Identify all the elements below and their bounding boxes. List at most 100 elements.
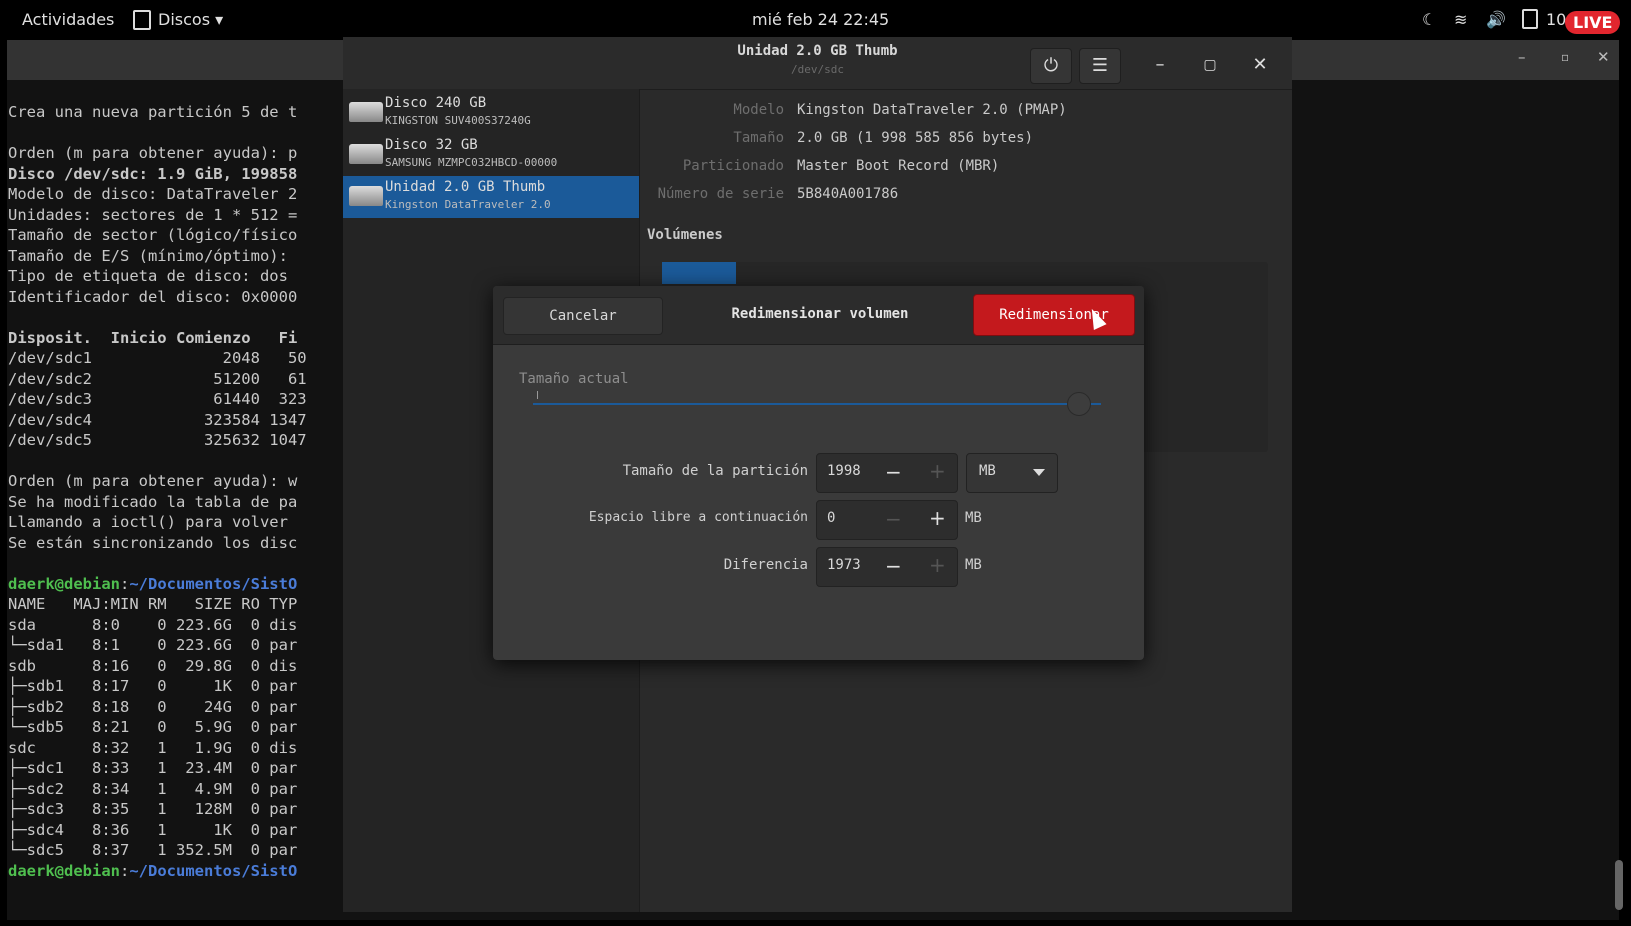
terminal-line: ├─sdc2 8:34 1 4.9M 0 par [8, 779, 298, 798]
terminal-line: Disposit. Inicio Comienzo Fi [8, 328, 298, 347]
terminal-line: Unidades: sectores de 1 * 512 = [8, 205, 298, 224]
property-value: 2.0 GB (1 998 585 856 bytes) [797, 130, 1034, 146]
disk-model: KINGSTON SUV400S37240G [385, 114, 531, 127]
drive-icon [349, 186, 383, 206]
disk-model: Kingston DataTraveler 2.0 [385, 198, 551, 211]
prompt-sep: : [119, 861, 130, 880]
terminal-line: NAME MAJ:MIN RM SIZE RO TYP [8, 595, 298, 613]
drive-icon [349, 144, 383, 164]
unit-dropdown[interactable]: MB [966, 453, 1058, 493]
volume-icon: 🔊 [1486, 10, 1506, 29]
terminal-line: sda 8:0 0 223.6G 0 dis [8, 615, 298, 634]
terminal-line: Llamando a ioctl() para volver [8, 513, 288, 531]
minus-icon[interactable]: − [885, 507, 902, 531]
wifi-icon: ≋ [1454, 10, 1468, 29]
field-label: Tamaño de la partición [622, 463, 808, 479]
resize-button[interactable]: Redimensionar [973, 294, 1135, 336]
drive-menu-button[interactable]: ☰ [1079, 48, 1121, 84]
terminal-maximize-icon[interactable]: ▫ [1561, 50, 1569, 64]
terminal-line: ├─sdc3 8:35 1 128M 0 par [8, 800, 298, 818]
spin-value[interactable]: 1973 [827, 557, 861, 573]
minus-icon[interactable]: − [885, 554, 902, 578]
size-slider-track[interactable] [533, 403, 1101, 405]
prompt-user: daerk@debian [8, 861, 120, 880]
live-badge: LIVE [1565, 11, 1621, 34]
field-label: Espacio libre a continuación [588, 510, 808, 525]
terminal-close-icon[interactable]: ✕ [1597, 48, 1610, 66]
disk-list-item[interactable]: Disco 240 GB KINGSTON SUV400S37240G [343, 92, 639, 134]
drive-icon [349, 102, 383, 122]
terminal-line: Modelo de disco: DataTraveler 2 [8, 185, 298, 203]
terminal-line: /dev/sdc2 51200 61 [8, 369, 307, 388]
disk-name: Disco 240 GB [385, 95, 487, 111]
disk-list-item[interactable]: Disco 32 GB SAMSUNG MZMPC032HBCD-00000 [343, 134, 639, 176]
maximize-icon: ▢ [1203, 57, 1217, 73]
terminal-line: Tamaño de E/S (mínimo/óptimo): [8, 246, 288, 265]
hamburger-icon: ☰ [1091, 55, 1109, 76]
terminal-line: /dev/sdc3 61440 323 [8, 390, 307, 408]
terminal-line: Se están sincronizando los disc [8, 533, 298, 552]
prompt-path: ~/Documentos/SistO [129, 861, 298, 880]
size-spinbutton[interactable]: 1973 − + [816, 547, 958, 587]
slider-tick [537, 391, 538, 399]
size-spinbutton[interactable]: 1998 − + [816, 453, 958, 493]
spin-value[interactable]: 0 [827, 510, 835, 526]
terminal-line: Orden (m para obtener ayuda): p [8, 144, 298, 162]
spin-value[interactable]: 1998 [827, 463, 861, 479]
terminal-line: ├─sdb2 8:18 0 24G 0 par [8, 697, 298, 716]
property-label: Tamaño [733, 130, 784, 146]
disk-name: Disco 32 GB [385, 137, 478, 153]
property-label: Modelo [733, 102, 784, 118]
minimize-button[interactable]: – [1140, 48, 1180, 82]
terminal-line: /dev/sdc1 2048 50 [8, 349, 307, 367]
terminal-line: Identificador del disco: 0x0000 [8, 287, 298, 306]
close-button[interactable]: ✕ [1240, 48, 1280, 82]
battery-percent: 10 [1546, 10, 1567, 29]
plus-icon[interactable]: + [929, 553, 946, 577]
app-menu[interactable]: Discos ▾ [158, 10, 223, 29]
unit-dropdown-value: MB [979, 463, 996, 479]
maximize-button[interactable]: ▢ [1190, 48, 1230, 82]
activities-button[interactable]: Actividades [22, 10, 114, 29]
terminal-line: ├─sdc1 8:33 1 23.4M 0 par [8, 759, 298, 777]
dialog-title: Redimensionar volumen [731, 306, 909, 322]
terminal-minimize-icon[interactable]: – [1518, 48, 1526, 66]
terminal-line: /dev/sdc4 323584 1347 [8, 410, 307, 429]
terminal-line: /dev/sdc5 325632 1047 [8, 431, 307, 449]
disks-app-icon [133, 10, 151, 30]
terminal-scrollbar[interactable] [1615, 860, 1623, 910]
terminal-line: └─sdc5 8:37 1 352.5M 0 par [8, 841, 298, 859]
size-spinbutton[interactable]: 0 − + [816, 500, 958, 540]
property-value: Kingston DataTraveler 2.0 (PMAP) [797, 102, 1067, 118]
terminal-line: daerk@debian:~/Documentos/SistO [8, 861, 297, 882]
terminal-line: Orden (m para obtener ayuda): w [8, 472, 298, 490]
minus-icon[interactable]: − [885, 460, 902, 484]
close-icon: ✕ [1252, 54, 1268, 75]
clock[interactable]: mié feb 24 22:45 [752, 10, 889, 29]
plus-icon[interactable]: + [929, 506, 946, 530]
terminal-line: └─sdb5 8:21 0 5.9G 0 par [8, 718, 298, 736]
prompt-user: daerk@debian [8, 574, 120, 593]
cancel-button[interactable]: Cancelar [503, 297, 663, 335]
terminal-line: ├─sdb1 8:17 0 1K 0 par [8, 677, 298, 695]
top-bar: Actividades Discos ▾ mié feb 24 22:45 ☾ … [0, 0, 1631, 38]
plus-icon[interactable]: + [929, 459, 946, 483]
power-icon: ⏻ [1043, 55, 1059, 76]
terminal-line: └─sda1 8:1 0 223.6G 0 par [8, 636, 298, 654]
unit-label: MB [965, 557, 982, 573]
field-label: Diferencia [723, 557, 808, 573]
volume-segment[interactable] [662, 262, 736, 284]
disk-list-item[interactable]: Unidad 2.0 GB Thumb Kingston DataTraveler… [343, 176, 639, 218]
terminal-line: Se ha modificado la tabla de pa [8, 492, 298, 511]
property-label: Particionado [682, 158, 784, 174]
power-off-button[interactable]: ⏻ [1030, 48, 1072, 84]
unit-label: MB [965, 510, 982, 526]
terminal-line: Crea una nueva partición 5 de t [8, 103, 298, 121]
terminal-line: sdc 8:32 1 1.9G 0 dis [8, 738, 298, 757]
disk-name: Unidad 2.0 GB Thumb [385, 179, 546, 195]
property-value: 5B840A001786 [797, 186, 899, 202]
prompt-path: ~/Documentos/SistO [129, 574, 298, 593]
terminal-line: Tamaño de sector (lógico/físico [8, 226, 298, 244]
property-value: Master Boot Record (MBR) [797, 158, 1000, 174]
disk-model: SAMSUNG MZMPC032HBCD-00000 [385, 156, 558, 169]
